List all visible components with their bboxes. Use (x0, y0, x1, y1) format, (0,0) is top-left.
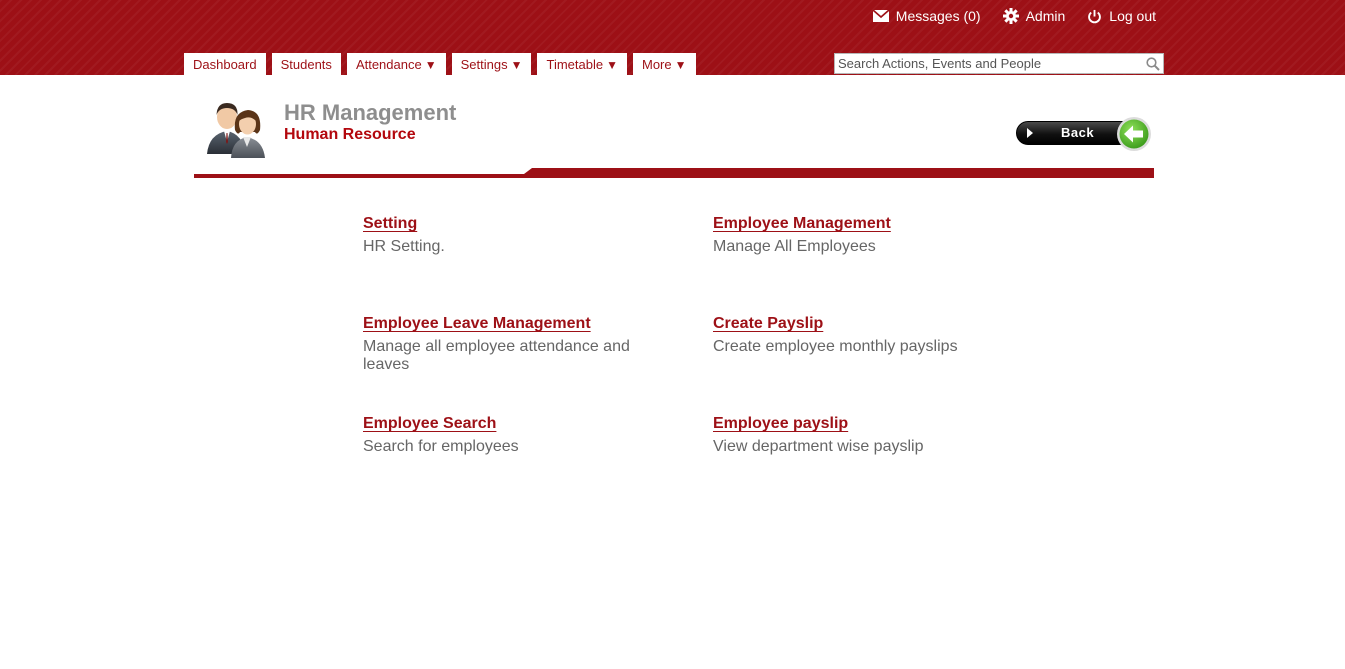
setting-link[interactable]: Setting (363, 214, 417, 234)
employee-leave-management-link[interactable]: Employee Leave Management (363, 314, 591, 334)
nav-tab-label: Attendance (355, 57, 422, 72)
page-title: HR Management (284, 100, 457, 125)
nav-tab-attendance[interactable]: Attendance ▼ (346, 53, 446, 75)
employee-management-link[interactable]: Employee Management (713, 214, 891, 234)
card-employee-management: Employee Management Manage All Employees (713, 214, 1013, 256)
nav-tab-more[interactable]: More ▼ (632, 53, 696, 75)
gear-icon (1002, 8, 1019, 24)
dropdown-caret-icon: ▼ (606, 58, 618, 72)
messages-link[interactable]: Messages (0) (872, 8, 981, 24)
search-box (834, 53, 1164, 74)
nav-tab-label: More (641, 57, 672, 72)
main-nav: Dashboard Students Attendance ▼ Settings ▼… (184, 53, 702, 75)
search-icon[interactable] (1143, 54, 1163, 73)
nav-tab-label: Settings (460, 57, 508, 72)
messages-label: Messages (0) (895, 8, 981, 24)
header-divider (194, 165, 1154, 178)
envelope-icon (872, 10, 889, 22)
card-employee-search: Employee Search Search for employees (363, 414, 663, 456)
nav-tab-label: Students (280, 57, 332, 72)
card-employee-leave-management: Employee Leave Management Manage all emp… (363, 314, 663, 374)
nav-tab-settings[interactable]: Settings ▼ (451, 53, 532, 75)
card-description: HR Setting. (363, 238, 445, 255)
card-description: View department wise payslip (713, 438, 924, 455)
card-description: Create employee monthly payslips (713, 338, 958, 355)
employee-payslip-link[interactable]: Employee payslip (713, 414, 848, 434)
nav-tab-students[interactable]: Students (271, 53, 341, 75)
users-icon (205, 96, 269, 160)
back-button[interactable]: Back (1016, 116, 1154, 152)
employee-search-link[interactable]: Employee Search (363, 414, 496, 434)
admin-link[interactable]: Admin (1002, 8, 1066, 24)
card-create-payslip: Create Payslip Create employee monthly p… (713, 314, 1013, 356)
play-icon (1027, 128, 1033, 138)
user-links: Messages (0) Admin Log out (872, 7, 1156, 25)
logout-label: Log out (1109, 8, 1156, 24)
dropdown-caret-icon: ▼ (674, 58, 687, 72)
back-label: Back (1061, 125, 1095, 140)
card-description: Manage all employee attendance and leave… (363, 338, 630, 373)
arrow-left-icon (1116, 116, 1152, 152)
dropdown-caret-icon: ▼ (510, 58, 523, 72)
top-header-bar: Messages (0) Admin Log out Dashboard Stu… (0, 0, 1345, 75)
page-header: HR Management Human Resource Back (194, 96, 1154, 176)
nav-tab-dashboard[interactable]: Dashboard (184, 53, 266, 75)
nav-tab-label: Timetable (546, 57, 604, 72)
card-description: Search for employees (363, 438, 519, 455)
logout-link[interactable]: Log out (1087, 8, 1156, 24)
page-subtitle: Human Resource (284, 126, 416, 143)
dropdown-caret-icon: ▼ (424, 58, 437, 72)
search-input[interactable] (835, 54, 1143, 73)
create-payslip-link[interactable]: Create Payslip (713, 314, 823, 334)
card-employee-payslip: Employee payslip View department wise pa… (713, 414, 1013, 456)
admin-label: Admin (1025, 8, 1066, 24)
card-description: Manage All Employees (713, 238, 876, 255)
nav-tab-timetable[interactable]: Timetable ▼ (537, 53, 627, 75)
nav-tab-label: Dashboard (193, 57, 257, 72)
card-setting: Setting HR Setting. (363, 214, 663, 256)
power-icon (1087, 9, 1102, 24)
